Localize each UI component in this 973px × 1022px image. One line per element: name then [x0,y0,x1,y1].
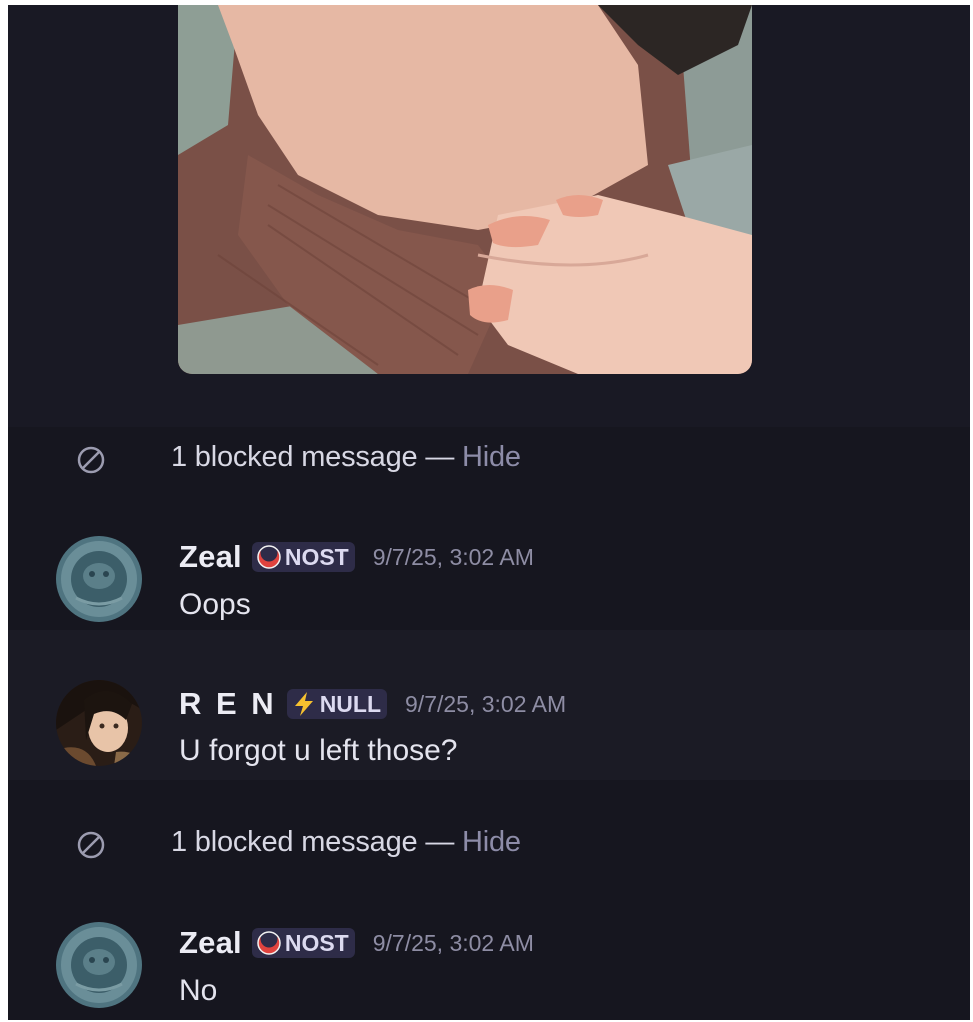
chat-message: Zeal NOST 9/7/25, 3:02 AM No [8,910,970,1020]
avatar-zeal[interactable] [56,922,142,1008]
avatar-image [56,922,142,1008]
message-header: R E N NULL 9/7/25, 3:02 AM [179,684,566,724]
image-attachment[interactable] [178,5,752,374]
red-crescent-icon [257,930,281,955]
username[interactable]: Zeal [179,925,242,961]
username[interactable]: R E N [179,686,277,722]
avatar-image [56,680,142,766]
message-text: Oops [179,588,251,621]
timestamp: 9/7/25, 3:02 AM [405,690,567,717]
user-tag-label: NOST [284,929,349,956]
chat-message: Zeal NOST 9/7/25, 3:02 AM Oops [8,524,970,630]
lightning-bolt-icon [294,692,313,716]
chat-message: R E N NULL 9/7/25, 3:02 AM U forgot u le… [8,630,970,780]
blocked-message-text: 1 blocked message — Hide [171,441,521,473]
message-header: Zeal NOST 9/7/25, 3:02 AM [179,923,534,963]
hide-blocked-link[interactable]: Hide [462,826,521,858]
user-tag-label: NOST [284,543,349,570]
user-tag-label: NULL [319,690,382,717]
user-tag[interactable]: NOST [251,542,355,572]
message-text: No [179,974,218,1007]
username[interactable]: Zeal [179,539,242,575]
blocked-icon [77,446,105,474]
hide-blocked-link[interactable]: Hide [462,441,521,473]
attachment-photo [178,5,752,374]
user-tag[interactable]: NULL [286,689,388,719]
user-tag[interactable]: NOST [251,928,355,958]
avatar-zeal[interactable] [56,536,142,622]
avatar-image [56,536,142,622]
blocked-message-text: 1 blocked message — Hide [171,826,521,858]
message-text: U forgot u left those? [179,734,458,767]
blocked-message-notice: 1 blocked message — Hide [8,429,970,489]
red-crescent-icon [257,544,281,569]
blocked-icon [77,831,105,859]
timestamp: 9/7/25, 3:02 AM [372,929,534,956]
message-header: Zeal NOST 9/7/25, 3:02 AM [179,537,534,577]
chat-view: 1 blocked message — Hide Zeal NOST 9/7/2… [8,5,970,1020]
image-message [8,5,970,427]
blocked-message-notice: 1 blocked message — Hide [8,814,970,874]
timestamp: 9/7/25, 3:02 AM [372,543,534,570]
avatar-ren[interactable] [56,680,142,766]
